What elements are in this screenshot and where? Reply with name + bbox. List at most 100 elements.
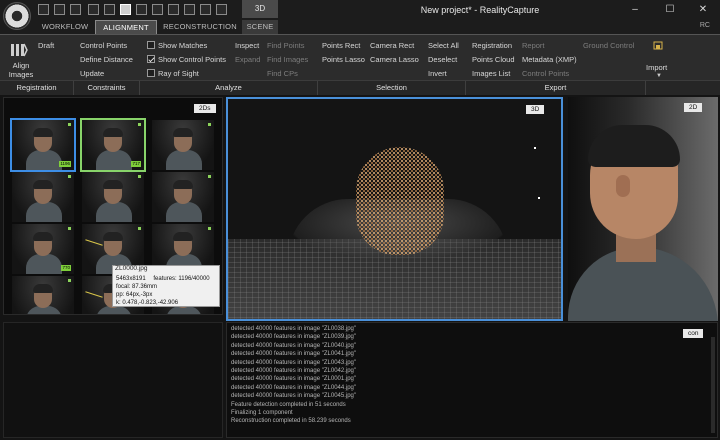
- camera-marker-icon[interactable]: [534, 147, 536, 149]
- viewport-3d-panel[interactable]: 3D: [226, 97, 563, 321]
- expand-button[interactable]: Expand: [235, 55, 260, 64]
- thumbnail-subject-body: [26, 202, 62, 222]
- panel-tag-2ds[interactable]: 2Ds: [194, 104, 216, 113]
- show-control-points-checkbox[interactable]: Show Control Points: [147, 55, 226, 64]
- layout-5-icon[interactable]: [152, 4, 163, 15]
- thumbnail-subject-hair: [173, 180, 193, 189]
- export-registration-button[interactable]: Registration: [472, 41, 512, 50]
- align-images-button[interactable]: Align Images: [8, 61, 34, 79]
- layout-6-icon[interactable]: [168, 4, 179, 15]
- thumbnail-status-dot-icon: [68, 227, 71, 230]
- inspect-button[interactable]: Inspect: [235, 41, 259, 50]
- image-thumbnail[interactable]: [82, 172, 144, 222]
- control-points-button[interactable]: Control Points: [80, 41, 127, 50]
- open-project-icon[interactable]: [54, 4, 65, 15]
- find-points-button[interactable]: Find Points: [267, 41, 305, 50]
- export-report-button[interactable]: Report: [522, 41, 545, 50]
- show-matches-checkbox[interactable]: Show Matches: [147, 41, 207, 50]
- camera-rect-button[interactable]: Camera Rect: [370, 41, 414, 50]
- photo-subject-ear: [616, 175, 630, 197]
- thumbnail-feature-badge: 717: [131, 161, 141, 167]
- tooltip-filename: ZL0000.jpg: [115, 265, 148, 272]
- thumbnail-feature-badge: 770: [61, 265, 71, 271]
- image-2d-panel[interactable]: 2D: [568, 97, 718, 321]
- select-all-button[interactable]: Select All: [428, 41, 459, 50]
- context-tab-3d[interactable]: 3D: [242, 0, 278, 18]
- layout-9-icon[interactable]: [216, 4, 227, 15]
- tab-scene[interactable]: SCENE: [242, 20, 278, 34]
- realitycapture-logo-icon[interactable]: [3, 2, 31, 30]
- save-project-icon[interactable]: [70, 4, 81, 15]
- console-scrollbar[interactable]: [711, 337, 715, 433]
- import-dropdown-caret-icon[interactable]: ▼: [656, 73, 662, 79]
- layout-3-icon[interactable]: [120, 4, 131, 15]
- panel-tag-2d[interactable]: 2D: [684, 103, 703, 112]
- show-control-points-label: Show Control Points: [158, 55, 226, 64]
- image-thumbnail[interactable]: [152, 120, 214, 170]
- console-line: detected 40000 features in image "ZL0038…: [231, 326, 357, 332]
- thumbnail-status-dot-icon: [138, 123, 141, 126]
- layout-8-icon[interactable]: [200, 4, 211, 15]
- console-log: detected 40000 features in image "ZL0038…: [231, 325, 671, 426]
- tab-bar: WORKFLOW ALIGNMENT RECONSTRUCTION SCENE …: [0, 20, 720, 34]
- camera-lasso-button[interactable]: Camera Lasso: [370, 55, 419, 64]
- image-thumbnail[interactable]: 770: [12, 224, 74, 274]
- thumbnail-status-dot-icon: [68, 279, 71, 282]
- invert-button[interactable]: Invert: [428, 69, 447, 78]
- tooltip-pp: pp: 64px,-3px: [116, 292, 153, 298]
- find-cps-button[interactable]: Find CPs: [267, 69, 298, 78]
- ray-of-sight-checkbox[interactable]: Ray of Sight: [147, 69, 199, 78]
- photo-subject-hair: [588, 125, 680, 167]
- console-line: detected 40000 features in image "ZL0044…: [231, 384, 357, 391]
- import-button[interactable]: Import: [646, 63, 667, 72]
- point-cloud-head[interactable]: [356, 147, 444, 255]
- export-points-cloud-button[interactable]: Points Cloud: [472, 55, 515, 64]
- define-distance-button[interactable]: Define Distance: [80, 55, 133, 64]
- deselect-button[interactable]: Deselect: [428, 55, 457, 64]
- layout-7-icon[interactable]: [184, 4, 195, 15]
- thumbnail-status-dot-icon: [208, 123, 211, 126]
- empty-panel[interactable]: [3, 322, 223, 438]
- export-metadata-button[interactable]: Metadata (XMP): [522, 55, 577, 64]
- update-button[interactable]: Update: [80, 69, 104, 78]
- tab-alignment[interactable]: ALIGNMENT: [95, 20, 157, 34]
- camera-marker-icon[interactable]: [538, 197, 540, 199]
- image-thumbnail[interactable]: 1196: [10, 118, 76, 172]
- close-button[interactable]: ✕: [688, 0, 718, 20]
- group-constraints: Constraints: [74, 81, 140, 95]
- console-line: Reconstruction completed in 58.239 secon…: [231, 418, 351, 425]
- import-icon[interactable]: [653, 41, 663, 51]
- thumbnail-subject-hair: [33, 128, 53, 137]
- export-images-list-button[interactable]: Images List: [472, 69, 510, 78]
- console-panel[interactable]: detected 40000 features in image "ZL0038…: [226, 322, 718, 438]
- panel-tag-console[interactable]: con: [683, 329, 704, 338]
- layout-4-icon[interactable]: [136, 4, 147, 15]
- new-project-icon[interactable]: [38, 4, 49, 15]
- ribbon-group-bar: Registration Constraints Analyze Selecti…: [0, 80, 720, 95]
- image-thumbnail[interactable]: 717: [80, 118, 146, 172]
- find-images-button[interactable]: Find Images: [267, 55, 308, 64]
- thumbnail-subject-hair: [173, 128, 193, 137]
- maximize-button[interactable]: ☐: [655, 0, 685, 20]
- ray-of-sight-check-icon[interactable]: [147, 69, 155, 77]
- thumbnail-status-dot-icon: [208, 227, 211, 230]
- minimize-button[interactable]: –: [620, 0, 650, 20]
- image-thumbnail[interactable]: [12, 172, 74, 222]
- draft-button[interactable]: Draft: [38, 41, 54, 50]
- export-control-points-button[interactable]: Control Points: [522, 69, 569, 78]
- show-matches-check-icon[interactable]: [147, 41, 155, 49]
- tab-workflow[interactable]: WORKFLOW: [36, 20, 94, 34]
- points-rect-button[interactable]: Points Rect: [322, 41, 360, 50]
- points-lasso-button[interactable]: Points Lasso: [322, 55, 365, 64]
- align-images-icon[interactable]: [10, 41, 28, 59]
- tab-reconstruction[interactable]: RECONSTRUCTION: [160, 20, 240, 34]
- image-thumbnail[interactable]: 1: [12, 276, 74, 314]
- panel-tag-3d[interactable]: 3D: [526, 105, 545, 114]
- tooltip-features: features: 1196/40000: [153, 276, 210, 282]
- export-ground-control-button[interactable]: Ground Control: [583, 41, 634, 50]
- show-control-points-check-icon[interactable]: [147, 55, 155, 63]
- layout-1-icon[interactable]: [88, 4, 99, 15]
- layout-2-icon[interactable]: [104, 4, 115, 15]
- console-line: detected 40000 features in image "ZL0041…: [231, 351, 357, 358]
- image-thumbnail[interactable]: [152, 172, 214, 222]
